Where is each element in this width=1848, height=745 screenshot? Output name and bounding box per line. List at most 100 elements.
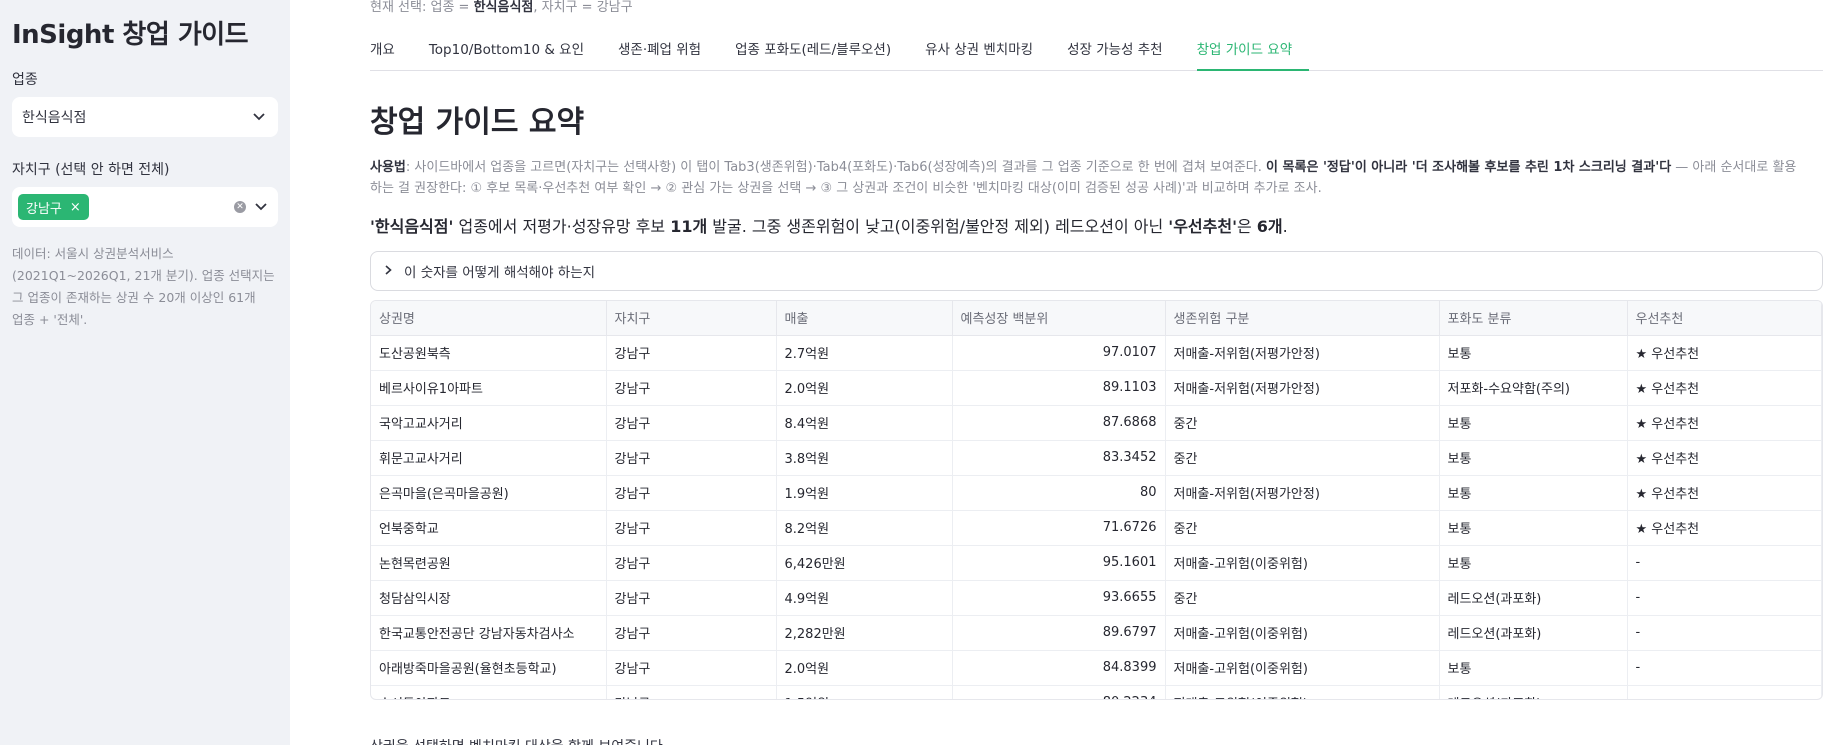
summary-part: 업종에서 저평가·성장유망 후보 — [453, 217, 671, 236]
table-cell: 국악고교사거리 — [371, 405, 607, 441]
district-tag: 강남구 × — [18, 194, 89, 220]
table-cell: 83.3452 — [952, 440, 1166, 476]
district-multiselect[interactable]: 강남구 × ✕ — [12, 187, 278, 227]
column-header[interactable]: 포화도 분류 — [1439, 301, 1628, 336]
selection-district: 강남구 — [596, 0, 633, 15]
table-cell: 4.9억원 — [776, 580, 953, 616]
summary-part: . — [1282, 217, 1288, 236]
tag-remove-icon[interactable]: × — [70, 200, 81, 215]
table-cell: 저매출-고위험(이중위험) — [1165, 615, 1440, 651]
table-row[interactable]: 은곡마을(은곡마을공원) 강남구 1.9억원 80 저매출-저위험(저평가안정) 보통 ★ … — [371, 475, 1822, 511]
tab-saturation[interactable]: 업종 포화도(레드/블루오션) — [735, 38, 908, 71]
table-cell: 저매출-고위험(이중위험) — [1165, 650, 1440, 686]
table-row[interactable]: 청담삼익시장 강남구 4.9억원 93.6655 중간 레드오션(과포화) - — [371, 580, 1822, 616]
table-cell: 강남구 — [606, 545, 777, 581]
chevron-down-icon[interactable] — [252, 198, 270, 216]
summary-part: 발굴. 그중 생존위험이 낮고(이중위험/불안정 제외) 레드오션이 아닌 — [707, 217, 1169, 236]
table-cell: 도산공원북측 — [371, 335, 607, 371]
table-cell: ★ 우선추천 — [1627, 510, 1822, 546]
table-cell: 보통 — [1439, 510, 1628, 546]
column-header[interactable]: 생존위험 구분 — [1165, 301, 1440, 336]
table-row[interactable]: 도산공원북측 강남구 2.7억원 97.0107 저매출-저위험(저평가안정) 보통 ★ 우… — [371, 335, 1822, 371]
selection-mid: , 자치구 = — [533, 0, 597, 15]
table-cell: 아래방죽마을공원(율현초등학교) — [371, 650, 607, 686]
table-cell: 저매출-저위험(저평가안정) — [1165, 335, 1440, 371]
usage-line-2: 하는 걸 권장한다: ① 후보 목록·우선추천 여부 확인 → ② 관심 가는 … — [370, 181, 1322, 196]
table-cell: 보통 — [1439, 545, 1628, 581]
column-header[interactable]: 예측성장 백분위 — [952, 301, 1166, 336]
table-cell: 저포화-수요약함(주의) — [1439, 370, 1628, 406]
tab-survival-risk[interactable]: 생존·폐업 위험 — [618, 38, 718, 71]
expander-label: 이 숫자를 어떻게 해석해야 하는지 — [404, 265, 596, 281]
table-cell: 71.6726 — [952, 510, 1166, 546]
table-cell: ★ 우선추천 — [1627, 440, 1822, 476]
caption-line: 그 업종이 존재하는 상권 수 20개 이상인 61개 — [12, 290, 256, 305]
tab-startup-guide[interactable]: 창업 가이드 요약 — [1196, 38, 1310, 71]
table-cell: 레드오션(과포화) — [1439, 685, 1628, 699]
usage-text: 사용법: 사이드바에서 업종을 고르면(자치구는 선택사항) 이 탭이 Tab3… — [370, 157, 1823, 199]
industry-select[interactable]: 한식음식점 — [12, 97, 278, 137]
tab-overview[interactable]: 개요 — [370, 38, 412, 71]
table-cell: 강남구 — [606, 510, 777, 546]
tab-growth[interactable]: 성장 가능성 추천 — [1067, 38, 1180, 71]
table-cell: - — [1627, 615, 1822, 651]
table-cell: 87.6868 — [952, 405, 1166, 441]
table-row[interactable]: 수서동아파트강남구1.5억원80.2234저매출-고위험(이중위험)레드오션(과… — [371, 685, 1822, 699]
table-cell: 89.6797 — [952, 615, 1166, 651]
table-cell: 2.0억원 — [776, 370, 953, 406]
table-row[interactable]: 한국교통안전공단 강남자동차검사소 강남구 2,282만원 89.6797 저매출-고위… — [371, 615, 1822, 651]
main-content: 현재 선택: 업종 = 한식음식점, 자치구 = 강남구 개요 Top10/Bo… — [290, 0, 1848, 745]
candidate-table[interactable]: 상권명 자치구 매출 예측성장 백분위 생존위험 구분 포화도 분류 우선추천 … — [370, 300, 1823, 700]
sidebar: InSight 창업 가이드 업종 한식음식점 자치구 (선택 안 하면 전체)… — [0, 0, 290, 745]
interpretation-expander[interactable]: 이 숫자를 어떻게 해석해야 하는지 — [370, 251, 1823, 291]
table-cell: ★ 우선추천 — [1627, 475, 1822, 511]
table-cell: 베르사이유1아파트 — [371, 370, 607, 406]
table-row[interactable]: 언북중학교 강남구 8.2억원 71.6726 중간 보통 ★ 우선추천 — [371, 510, 1822, 546]
table-cell: 레드오션(과포화) — [1439, 615, 1628, 651]
table-cell: 언북중학교 — [371, 510, 607, 546]
table-cell: 저매출-저위험(저평가안정) — [1165, 370, 1440, 406]
table-cell: 저매출-고위험(이중위험) — [1165, 545, 1440, 581]
summary-priority-count: 6개 — [1256, 217, 1283, 236]
table-cell: - — [1627, 545, 1822, 581]
chevron-down-icon — [250, 108, 268, 126]
usage-bold: 사용법 — [370, 160, 406, 175]
column-header[interactable]: 자치구 — [606, 301, 777, 336]
table-cell: 수서동아파트 — [371, 685, 607, 699]
table-row[interactable]: 아래방죽마을공원(율현초등학교) 강남구 2.0억원 84.8399 저매출-고위험(이… — [371, 650, 1822, 686]
table-row[interactable]: 베르사이유1아파트 강남구 2.0억원 89.1103 저매출-저위험(저평가안정) 저포… — [371, 370, 1822, 406]
district-label: 자치구 (선택 안 하면 전체) — [12, 162, 170, 178]
table-cell: 저매출-저위험(저평가안정) — [1165, 475, 1440, 511]
table-cell: 은곡마을(은곡마을공원) — [371, 475, 607, 511]
column-header[interactable]: 우선추천 — [1627, 301, 1822, 336]
tab-bar: 개요 Top10/Bottom10 & 요인 생존·폐업 위험 업종 포화도(레… — [370, 38, 1823, 71]
tab-benchmarking[interactable]: 유사 상권 벤치마킹 — [925, 38, 1050, 71]
table-cell: 84.8399 — [952, 650, 1166, 686]
table-row[interactable]: 휘문고교사거리 강남구 3.8억원 83.3452 중간 보통 ★ 우선추천 — [371, 440, 1822, 476]
column-header[interactable]: 매출 — [776, 301, 953, 336]
usage-bold-2: 이 목록은 '정답'이 아니라 '더 조사해볼 후보를 추린 1차 스크리닝 결… — [1266, 160, 1672, 175]
table-cell: 청담삼익시장 — [371, 580, 607, 616]
table-cell: 강남구 — [606, 405, 777, 441]
caption-line: (2021Q1~2026Q1, 21개 분기). 업종 선택지는 — [12, 268, 275, 283]
table-row[interactable]: 논현목련공원 강남구 6,426만원 95.1601 저매출-고위험(이중위험) 보통 - — [371, 545, 1822, 581]
tab-top10-bottom10[interactable]: Top10/Bottom10 & 요인 — [429, 38, 601, 71]
table-cell: 80.2234 — [952, 685, 1166, 699]
clear-all-icon[interactable]: ✕ — [234, 201, 246, 213]
chevron-right-icon — [385, 264, 392, 278]
table-cell: 강남구 — [606, 370, 777, 406]
table-cell: ★ 우선추천 — [1627, 335, 1822, 371]
table-cell: 8.2억원 — [776, 510, 953, 546]
table-cell: - — [1627, 650, 1822, 686]
table-header-row: 상권명 자치구 매출 예측성장 백분위 생존위험 구분 포화도 분류 우선추천 — [371, 301, 1822, 336]
column-header[interactable]: 상권명 — [371, 301, 607, 336]
page-title: 창업 가이드 요약 — [370, 105, 585, 140]
table-cell: 93.6655 — [952, 580, 1166, 616]
summary-text: '한식음식점' 업종에서 저평가·성장유망 후보 11개 발굴. 그중 생존위험… — [370, 213, 1823, 237]
table-row[interactable]: 국악고교사거리 강남구 8.4억원 87.6868 중간 보통 ★ 우선추천 — [371, 405, 1822, 441]
bottom-note: 상권을 선택하면 벤치마킹 대상을 함께 보여줍니다. — [370, 736, 667, 745]
table-cell: 보통 — [1439, 335, 1628, 371]
table-cell: 중간 — [1165, 510, 1440, 546]
caption-line: 데이터: 서울시 상권분석서비스 — [12, 246, 174, 261]
table-cell: 보통 — [1439, 405, 1628, 441]
